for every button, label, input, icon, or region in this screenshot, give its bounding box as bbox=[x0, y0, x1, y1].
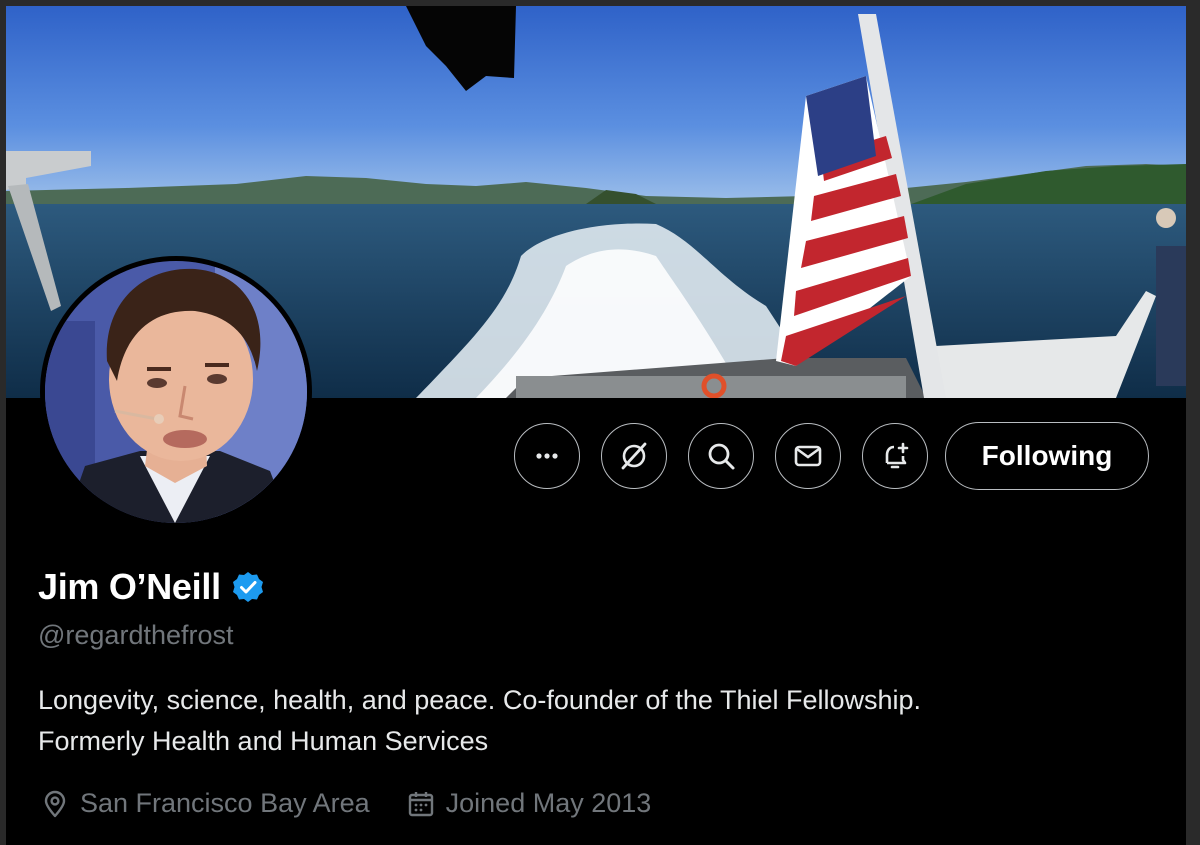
display-name: Jim O’Neill bbox=[38, 566, 221, 607]
bell-plus-icon bbox=[885, 442, 909, 469]
search-icon bbox=[708, 443, 735, 470]
more-icon bbox=[536, 453, 558, 459]
more-button[interactable] bbox=[514, 423, 580, 489]
profile-page: Following Jim O’Neill @regardthefrost Lo… bbox=[6, 6, 1186, 845]
verified-badge-icon[interactable] bbox=[231, 570, 265, 604]
bio-line: Longevity, science, health, and peace. C… bbox=[38, 685, 922, 715]
joined-item: Joined May 2013 bbox=[406, 788, 652, 819]
profile-avatar[interactable] bbox=[40, 256, 312, 528]
notifications-button[interactable] bbox=[862, 423, 928, 489]
calendar-icon bbox=[408, 791, 433, 816]
location-pin-icon bbox=[44, 790, 66, 817]
grok-icon bbox=[621, 442, 647, 470]
following-button[interactable]: Following bbox=[945, 422, 1149, 490]
profile-meta: San Francisco Bay Area Joined May 2013 bbox=[40, 788, 687, 819]
profile-actions: Following bbox=[514, 422, 1149, 490]
profile-name-row: Jim O’Neill bbox=[38, 566, 265, 608]
profile-handle: @regardthefrost bbox=[38, 620, 234, 650]
bio-line: Formerly Health and Human Services bbox=[38, 726, 489, 756]
grok-button[interactable] bbox=[601, 423, 667, 489]
message-icon bbox=[794, 445, 822, 467]
search-button[interactable] bbox=[688, 423, 754, 489]
location-text: San Francisco Bay Area bbox=[80, 788, 370, 818]
message-button[interactable] bbox=[775, 423, 841, 489]
profile-bio: Longevity, science, health, and peace. C… bbox=[38, 680, 1158, 762]
location-item: San Francisco Bay Area bbox=[40, 788, 370, 819]
joined-text: Joined May 2013 bbox=[445, 788, 652, 818]
